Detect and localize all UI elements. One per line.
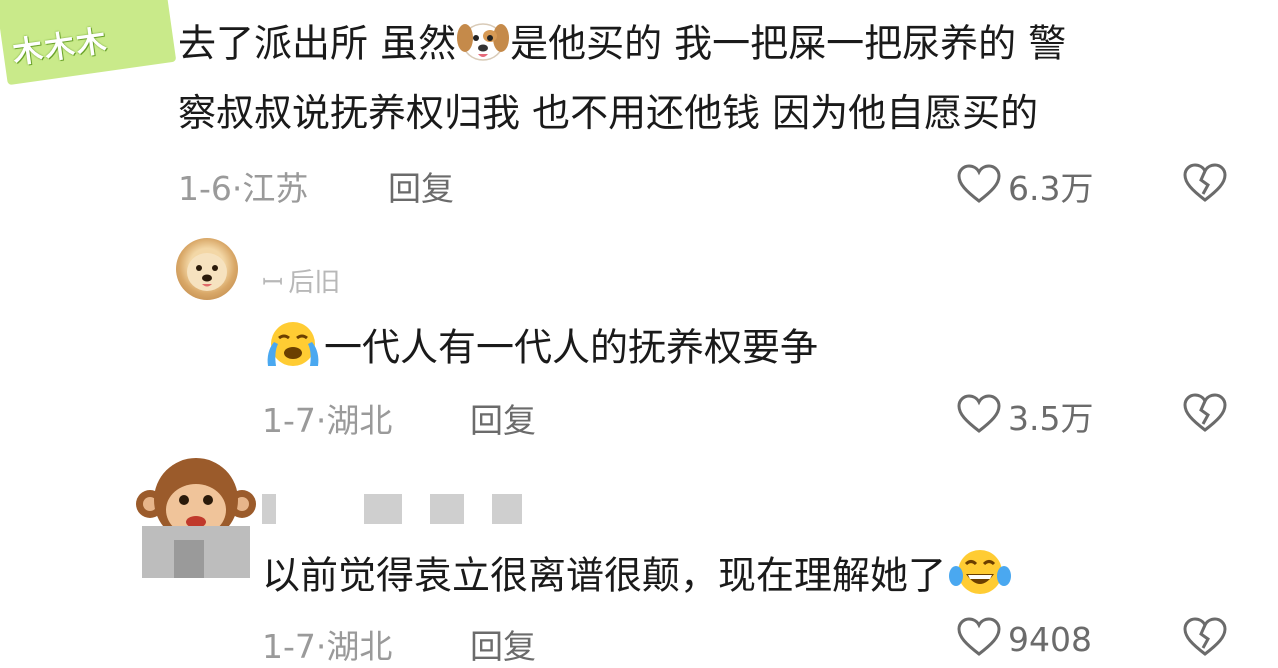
monkey-avatar-icon: [136, 458, 256, 578]
heart-icon: [956, 163, 1002, 209]
comment-2-text: 一代人有一代人的抚养权要争: [324, 325, 819, 370]
comment-2-location: 湖北: [326, 401, 393, 440]
avatar[interactable]: [176, 238, 238, 300]
comment-3-username[interactable]: [262, 494, 522, 524]
comment-2-date: 1-7·: [262, 401, 327, 440]
comment-1-line-2: 察叔叔说抚养权归我 也不用还他钱 因为他自愿买的: [178, 91, 1039, 135]
comment-2-text-line: 一代人有一代人的抚养权要争: [262, 318, 818, 382]
avatar[interactable]: [136, 456, 256, 578]
dog-face-icon: [456, 16, 510, 76]
censored-username-block: [430, 494, 464, 524]
comment-1-dislike-button[interactable]: [1182, 162, 1228, 208]
comment-3-text: 以前觉得袁立很离谱很颠，现在理解她了: [262, 553, 947, 598]
censored-username-block: [262, 494, 276, 524]
comment-1-reply-button[interactable]: 回复: [388, 162, 454, 210]
heart-icon: [956, 616, 1002, 662]
comment-3-date: 1-7·: [262, 627, 327, 666]
loudly-crying-face-icon: [262, 318, 324, 382]
heart-icon: [956, 393, 1002, 439]
comment-2-like-count: 3.5万: [1008, 399, 1094, 438]
comment-1-meta: 1-6·江苏: [178, 162, 308, 210]
comment-2-username[interactable]: ꟷ 后旧: [262, 262, 340, 299]
comment-1-date: 1-6·: [178, 169, 243, 208]
comment-1-like-count: 6.3万: [1008, 169, 1094, 208]
comment-1-like-button[interactable]: 6.3万: [956, 162, 1093, 210]
broken-heart-icon: [1182, 163, 1228, 208]
broken-heart-icon: [1182, 393, 1228, 438]
comment-3-location: 湖北: [326, 627, 393, 666]
comment-1-line-1: 去了派出所 虽然 是他买的 我一把屎一把尿养的 警: [178, 16, 1066, 76]
censored-username-block: [492, 494, 522, 524]
comment-2-dislike-button[interactable]: [1182, 392, 1228, 438]
comment-3-text-line: 以前觉得袁立很离谱很颠，现在理解她了: [262, 546, 1014, 610]
broken-heart-icon: [1182, 617, 1228, 662]
comment-3-like-count: 9408: [1008, 619, 1092, 659]
comment-3-dislike-button[interactable]: [1182, 616, 1228, 662]
comment-1-text-b: 是他买的 我一把屎一把尿养的 警: [510, 21, 1067, 66]
dog-avatar-icon: [187, 253, 227, 291]
comment-3-like-button[interactable]: 9408: [956, 616, 1092, 662]
comment-1-location: 江苏: [242, 169, 309, 208]
comment-2-meta: 1-7·湖北: [262, 394, 392, 442]
comment-3-meta: 1-7·湖北: [262, 620, 392, 668]
tears-of-joy-face-icon: [946, 546, 1014, 610]
censored-username-block: [364, 494, 402, 524]
comment-1-text-a: 去了派出所 虽然: [178, 21, 457, 66]
comment-2-reply-button[interactable]: 回复: [470, 394, 536, 442]
comment-3-reply-button[interactable]: 回复: [470, 620, 536, 668]
comment-2-like-button[interactable]: 3.5万: [956, 392, 1093, 440]
